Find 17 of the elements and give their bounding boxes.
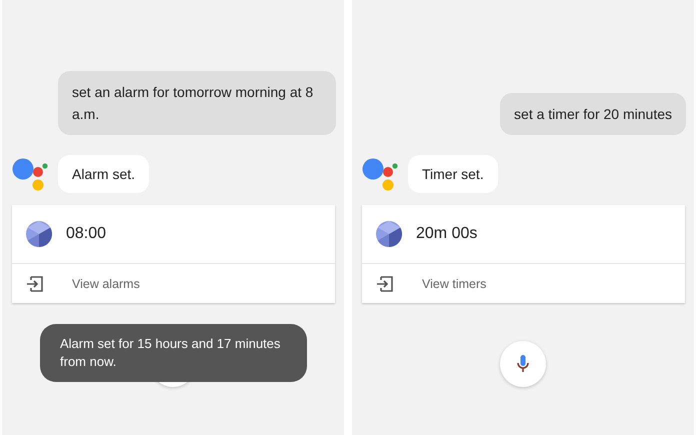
assistant-reply: Alarm set. xyxy=(58,155,150,193)
exit-icon xyxy=(376,276,394,292)
view-link[interactable]: View timers xyxy=(362,264,685,303)
assistant-logo-icon xyxy=(362,156,398,192)
assistant-logo-icon xyxy=(12,156,48,192)
user-message: set a timer for 20 minutes xyxy=(500,93,686,135)
clock-icon xyxy=(26,221,52,247)
clock-icon xyxy=(376,221,402,247)
user-message: set an alarm for tomorrow morning at 8 a.m. xyxy=(58,71,336,135)
card-value: 20m 00s xyxy=(416,225,478,243)
microphone-icon xyxy=(516,354,530,374)
card-value: 08:00 xyxy=(66,225,106,243)
view-link[interactable]: View alarms xyxy=(12,264,335,303)
assistant-reply: Timer set. xyxy=(408,155,498,193)
microphone-button[interactable] xyxy=(500,341,546,387)
alarm-toast: Alarm set for 15 hours and 17 minutes from now. xyxy=(40,324,307,382)
exit-icon xyxy=(26,276,44,292)
